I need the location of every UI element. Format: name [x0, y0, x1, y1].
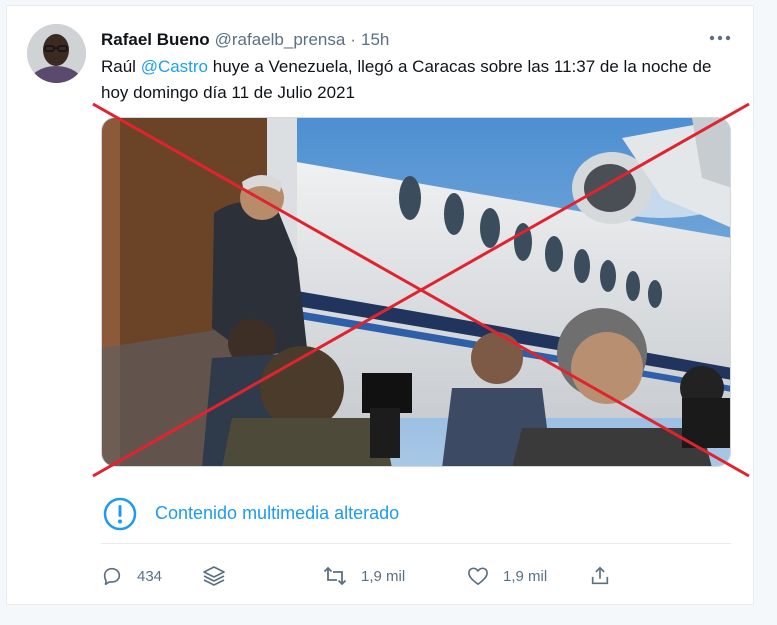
exclamation-circle-icon [103, 497, 137, 531]
airplane-photo [102, 118, 730, 466]
retweet-icon [323, 566, 347, 586]
thread-button[interactable] [201, 563, 323, 589]
tweet-text-before: Raúl [101, 57, 141, 76]
tweet-actions-bar: 434 1,9 mil 1,9 mil [101, 559, 731, 593]
reply-icon [103, 567, 121, 586]
author-name[interactable]: Rafael Bueno [101, 30, 210, 50]
tweet-header: Rafael Bueno @rafaelb_prensa · 15h [101, 28, 389, 52]
retweet-count: 1,9 mil [361, 567, 406, 585]
more-horizontal-icon [709, 35, 731, 41]
mention-link[interactable]: @Castro [141, 57, 208, 76]
layers-icon [203, 566, 225, 586]
like-count: 1,9 mil [503, 567, 548, 585]
avatar[interactable] [27, 24, 86, 83]
share-icon [591, 566, 609, 585]
separator-dot: · [350, 30, 356, 49]
altered-media-notice[interactable]: Contenido multimedia alterado [101, 484, 731, 544]
reply-button[interactable]: 434 [101, 565, 201, 587]
more-options-button[interactable] [705, 28, 735, 48]
reply-count: 434 [137, 567, 163, 585]
heart-icon [468, 567, 488, 585]
like-button[interactable]: 1,9 mil [467, 566, 589, 586]
altered-media-label[interactable]: Contenido multimedia alterado [155, 503, 399, 524]
tweet-time[interactable]: 15h [361, 30, 389, 50]
retweet-button[interactable]: 1,9 mil [323, 565, 467, 587]
tweet-media-image[interactable] [101, 117, 731, 467]
share-button[interactable] [589, 565, 611, 587]
tweet-text: Raúl @Castro huye a Venezuela, llegó a C… [101, 54, 741, 106]
tweet-card[interactable]: Rafael Bueno @rafaelb_prensa · 15h Raúl … [6, 5, 754, 605]
author-handle[interactable]: @rafaelb_prensa [215, 30, 346, 50]
avatar-image [27, 24, 86, 83]
